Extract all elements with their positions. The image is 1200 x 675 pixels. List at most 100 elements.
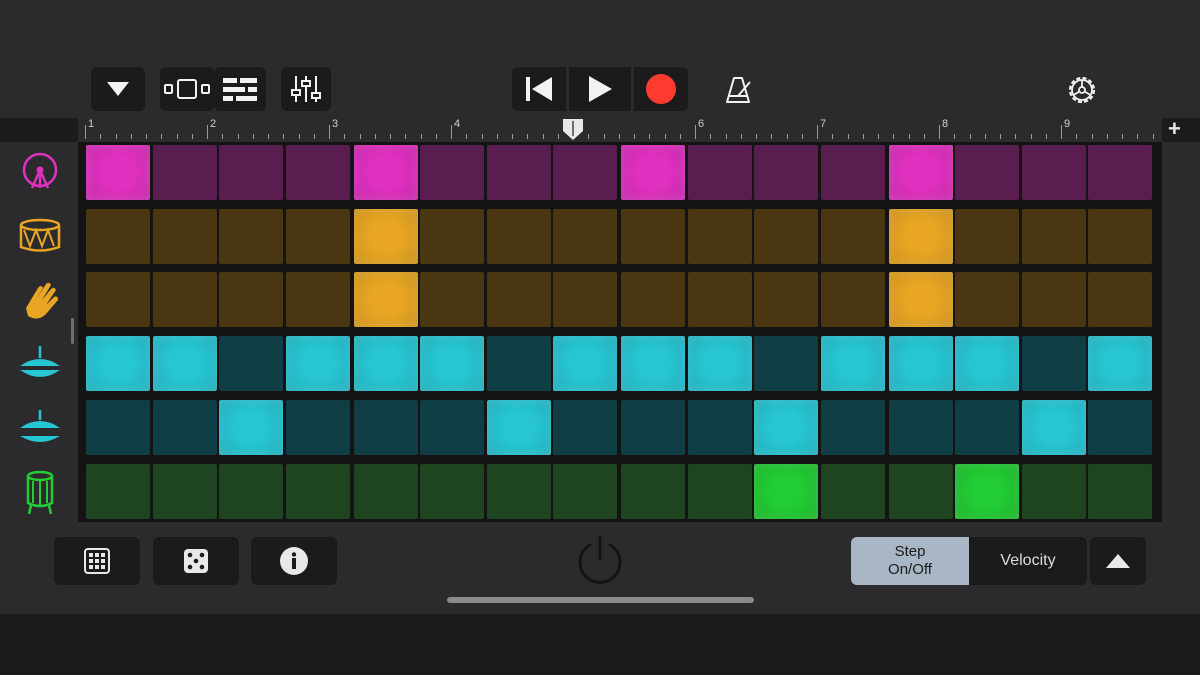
step-pad[interactable] bbox=[687, 463, 752, 519]
tracks-view-button[interactable] bbox=[160, 67, 214, 111]
step-pad[interactable] bbox=[353, 463, 418, 519]
step-pad[interactable] bbox=[1088, 463, 1152, 519]
step-pad[interactable] bbox=[219, 463, 283, 519]
step-pad[interactable] bbox=[687, 208, 752, 264]
step-pad[interactable] bbox=[553, 463, 617, 519]
step-pad[interactable] bbox=[820, 399, 885, 455]
step-pad[interactable] bbox=[152, 272, 217, 328]
step-pad[interactable] bbox=[353, 336, 418, 392]
step-pad[interactable] bbox=[754, 145, 818, 200]
kick-drum-icon[interactable] bbox=[16, 148, 64, 196]
info-button[interactable] bbox=[251, 537, 337, 585]
velocity-button[interactable]: Velocity bbox=[969, 537, 1087, 585]
step-pad[interactable] bbox=[1088, 272, 1152, 328]
step-pad[interactable] bbox=[420, 145, 484, 200]
step-pad[interactable] bbox=[1088, 208, 1152, 264]
step-pad[interactable] bbox=[687, 272, 752, 328]
step-pad[interactable] bbox=[285, 336, 350, 392]
step-pad[interactable] bbox=[86, 463, 150, 519]
step-pad[interactable] bbox=[621, 399, 685, 455]
step-pad[interactable] bbox=[420, 272, 484, 328]
step-pad[interactable] bbox=[1088, 145, 1152, 200]
step-pad[interactable] bbox=[86, 208, 150, 264]
step-pad[interactable] bbox=[621, 336, 685, 392]
step-pad[interactable] bbox=[553, 336, 617, 392]
step-pad[interactable] bbox=[553, 208, 617, 264]
step-pad[interactable] bbox=[621, 208, 685, 264]
step-pad[interactable] bbox=[486, 272, 551, 328]
step-pad[interactable] bbox=[955, 336, 1019, 392]
step-pad[interactable] bbox=[285, 463, 350, 519]
step-pad[interactable] bbox=[152, 208, 217, 264]
step-pad[interactable] bbox=[486, 399, 551, 455]
step-pad[interactable] bbox=[285, 145, 350, 200]
step-pad[interactable] bbox=[1021, 399, 1086, 455]
step-pad[interactable] bbox=[1088, 336, 1152, 392]
step-pad[interactable] bbox=[86, 336, 150, 392]
step-pad[interactable] bbox=[152, 463, 217, 519]
step-pad[interactable] bbox=[219, 208, 283, 264]
expand-button[interactable] bbox=[1090, 537, 1146, 585]
snare-drum-icon[interactable] bbox=[16, 212, 64, 260]
step-pad[interactable] bbox=[754, 463, 818, 519]
step-pad[interactable] bbox=[553, 272, 617, 328]
step-pad[interactable] bbox=[486, 145, 551, 200]
step-pad[interactable] bbox=[888, 208, 953, 264]
step-pad[interactable] bbox=[86, 272, 150, 328]
record-button[interactable] bbox=[634, 67, 688, 111]
closed-hihat-icon[interactable] bbox=[16, 340, 64, 388]
step-pad[interactable] bbox=[1021, 145, 1086, 200]
step-pad[interactable] bbox=[955, 463, 1019, 519]
settings-button[interactable] bbox=[1062, 70, 1102, 110]
playhead-marker[interactable] bbox=[561, 118, 585, 142]
mixer-button[interactable] bbox=[281, 67, 331, 111]
rewind-button[interactable] bbox=[512, 67, 566, 111]
step-pad[interactable] bbox=[888, 336, 953, 392]
step-pad[interactable] bbox=[152, 145, 217, 200]
step-pad[interactable] bbox=[553, 399, 617, 455]
view-dropdown-button[interactable] bbox=[91, 67, 145, 111]
step-pad[interactable] bbox=[219, 145, 283, 200]
step-pad[interactable] bbox=[420, 399, 484, 455]
step-pad[interactable] bbox=[86, 399, 150, 455]
step-pad[interactable] bbox=[420, 336, 484, 392]
step-pad[interactable] bbox=[353, 399, 418, 455]
open-hihat-icon[interactable] bbox=[16, 404, 64, 452]
power-button[interactable] bbox=[574, 534, 626, 586]
step-pad[interactable] bbox=[420, 208, 484, 264]
step-pad[interactable] bbox=[820, 272, 885, 328]
step-pad[interactable] bbox=[219, 399, 283, 455]
pattern-grid-button[interactable] bbox=[54, 537, 140, 585]
step-pad[interactable] bbox=[687, 399, 752, 455]
step-pad[interactable] bbox=[219, 272, 283, 328]
step-pad[interactable] bbox=[486, 336, 551, 392]
play-button[interactable] bbox=[569, 67, 631, 111]
step-pad[interactable] bbox=[754, 336, 818, 392]
step-pad[interactable] bbox=[152, 336, 217, 392]
step-pad[interactable] bbox=[955, 399, 1019, 455]
step-pad[interactable] bbox=[955, 208, 1019, 264]
step-pad[interactable] bbox=[1021, 208, 1086, 264]
metronome-button[interactable] bbox=[718, 70, 758, 110]
step-pad[interactable] bbox=[888, 145, 953, 200]
step-pad[interactable] bbox=[621, 463, 685, 519]
step-pad[interactable] bbox=[687, 145, 752, 200]
step-pad[interactable] bbox=[353, 208, 418, 264]
step-pad[interactable] bbox=[1021, 336, 1086, 392]
step-pad[interactable] bbox=[621, 145, 685, 200]
step-pad[interactable] bbox=[285, 272, 350, 328]
step-pad[interactable] bbox=[285, 399, 350, 455]
step-pad[interactable] bbox=[1088, 399, 1152, 455]
step-pad[interactable] bbox=[888, 399, 953, 455]
add-section-button[interactable]: + bbox=[1168, 116, 1181, 142]
step-pad[interactable] bbox=[553, 145, 617, 200]
step-on-off-button[interactable]: Step On/Off bbox=[851, 537, 969, 585]
step-pad[interactable] bbox=[820, 145, 885, 200]
step-pad[interactable] bbox=[152, 399, 217, 455]
loop-browser-button[interactable] bbox=[214, 67, 266, 111]
step-pad[interactable] bbox=[820, 336, 885, 392]
step-pad[interactable] bbox=[687, 336, 752, 392]
step-pad[interactable] bbox=[1021, 272, 1086, 328]
randomize-button[interactable] bbox=[153, 537, 239, 585]
step-pad[interactable] bbox=[219, 336, 283, 392]
